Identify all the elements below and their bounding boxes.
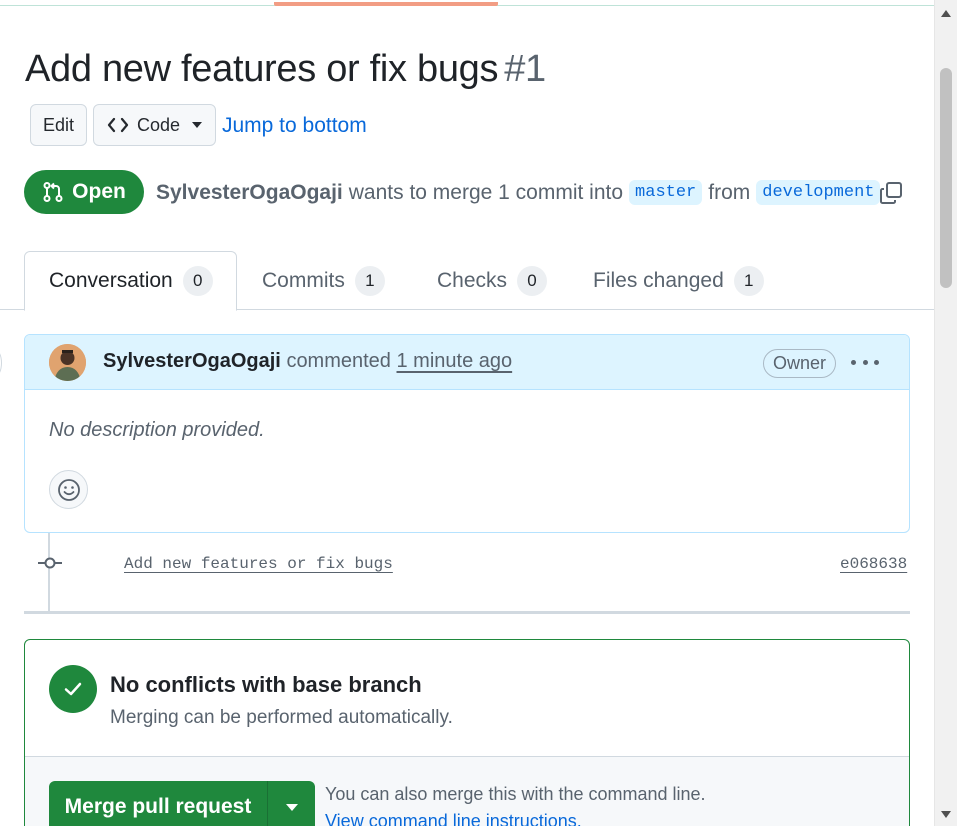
comment-body: No description provided. [49, 419, 265, 441]
pr-state-badge: Open [24, 170, 144, 214]
timeline-end-divider [24, 611, 910, 614]
check-icon [64, 682, 82, 696]
vertical-scrollbar[interactable] [934, 0, 957, 826]
commit-message-link[interactable]: Add new features or fix bugs [124, 555, 393, 573]
pr-title: Add new features or fix bugs [25, 48, 499, 90]
jump-to-bottom-link[interactable]: Jump to bottom [222, 114, 367, 138]
triangle-down-icon [285, 803, 298, 811]
tab-checks[interactable]: Checks 0 [437, 251, 548, 310]
pull-request-page: Add new features or fix bugs #1 Edit Code… [0, 0, 934, 826]
tab-counter: 1 [733, 265, 764, 296]
tab-label: Files changed [593, 268, 724, 292]
code-button-label: Code [136, 114, 181, 135]
edit-button-label: Edit [42, 114, 75, 135]
merge-summary-text: wants to merge 1 commit into [348, 180, 624, 204]
merge-status-heading: No conflicts with base branch [110, 672, 422, 697]
comment-timestamp-link[interactable]: 1 minute ago [397, 350, 513, 372]
timeline-avatar-edge [0, 349, 2, 377]
copy-icon[interactable] [879, 181, 903, 205]
merge-status-subtext: Merging can be performed automatically. [110, 707, 453, 728]
scrollbar-thumb[interactable] [940, 68, 952, 288]
merge-pull-request-button[interactable]: Merge pull request [49, 781, 267, 826]
add-reaction-button[interactable] [49, 470, 88, 509]
merge-summary: SylvesterOgaOgaji wants to merge 1 commi… [156, 180, 886, 205]
page-title: Add new features or fix bugs #1 [25, 48, 546, 91]
edit-button[interactable]: Edit [30, 104, 87, 146]
merge-actions: Merge pull request You can also merge th… [25, 757, 909, 826]
git-pull-request-icon [43, 182, 63, 202]
code-button[interactable]: Code [93, 104, 216, 146]
avatar[interactable] [49, 344, 86, 381]
tab-files-changed[interactable]: Files changed 1 [593, 251, 764, 310]
tab-commits[interactable]: Commits 1 [262, 251, 385, 310]
command-line-instructions-link[interactable]: View command line instructions. [325, 811, 582, 826]
code-icon [107, 117, 129, 133]
tab-counter: 0 [517, 265, 548, 296]
tab-counter: 1 [354, 265, 385, 296]
pr-number: #1 [504, 48, 546, 90]
command-line-hint: You can also merge this with the command… [325, 784, 706, 804]
tab-counter: 0 [182, 266, 213, 296]
tab-label: Conversation [49, 269, 173, 292]
base-branch[interactable]: master [629, 180, 703, 205]
comment-action: commented [286, 350, 391, 372]
kebab-horizontal-icon[interactable] [851, 355, 879, 369]
merge-method-dropdown[interactable] [267, 781, 315, 826]
comment-author-link[interactable]: SylvesterOgaOgaji [103, 350, 281, 372]
comment-box: SylvesterOgaOgaji commented 1 minute ago… [24, 334, 910, 533]
pr-author-link[interactable]: SylvesterOgaOgaji [156, 181, 343, 205]
scroll-down-icon[interactable] [941, 811, 951, 818]
scroll-up-icon[interactable] [941, 10, 951, 17]
merge-button-label: Merge pull request [64, 795, 252, 818]
tab-label: Commits [262, 268, 345, 292]
pr-state-label: Open [72, 180, 126, 203]
merge-box: No conflicts with base branch Merging ca… [24, 639, 910, 826]
comment-meta: SylvesterOgaOgaji commented 1 minute ago [103, 350, 512, 373]
tab-label: Checks [437, 268, 508, 292]
triangle-down-icon [192, 122, 203, 128]
owner-badge-label: Owner [773, 353, 827, 373]
pr-tabs: Conversation 0 Commits 1 Checks 0 Files … [0, 251, 934, 311]
active-nav-indicator [274, 2, 498, 6]
head-branch[interactable]: development [756, 180, 881, 205]
from-text: from [708, 180, 751, 204]
merge-status-indicator [49, 665, 97, 713]
tab-conversation[interactable]: Conversation 0 [24, 251, 237, 311]
comment-header: SylvesterOgaOgaji commented 1 minute ago… [25, 335, 909, 390]
commit-sha-link[interactable]: e068638 [840, 555, 907, 573]
avatar-image [49, 344, 86, 381]
git-commit-icon [38, 557, 62, 569]
owner-badge: Owner [763, 349, 837, 378]
smiley-icon [57, 478, 80, 501]
